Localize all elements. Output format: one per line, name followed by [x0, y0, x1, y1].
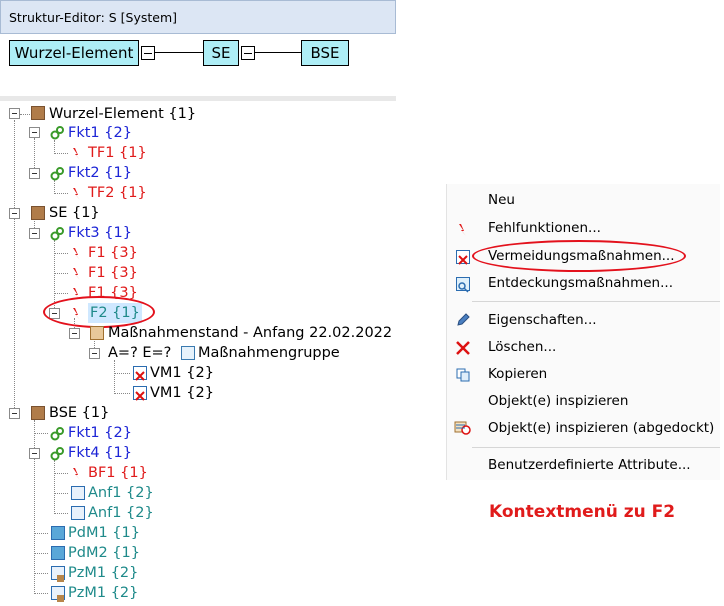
window-title: Struktur-Editor: S [System]	[9, 10, 178, 25]
tree-item[interactable]: SE {1}	[49, 203, 100, 223]
tree-item[interactable]: VM1 {2}	[150, 363, 214, 383]
test-measure-icon	[51, 546, 65, 560]
element-icon	[31, 206, 45, 220]
tree-item[interactable]: Maßnahmengruppe	[198, 343, 340, 363]
copy-icon	[456, 367, 470, 382]
chain-connector	[155, 52, 203, 53]
menu-item-kopieren[interactable]: Kopieren	[488, 366, 547, 382]
tree-item[interactable]: Wurzel-Element {1}	[49, 104, 196, 124]
tree-item[interactable]: F1 {3}	[88, 263, 138, 283]
failure-icon	[70, 146, 84, 160]
tree-item[interactable]: TF2 {1}	[88, 183, 147, 203]
inspect-docked-icon	[454, 419, 472, 437]
tree-item[interactable]: Anf1 {2}	[88, 503, 154, 523]
pencil-icon	[455, 312, 470, 326]
tree-collapse-icon[interactable]	[29, 448, 40, 459]
menu-item-fehlfunktionen[interactable]: Fehlfunktionen...	[488, 220, 601, 236]
collapse-icon[interactable]	[141, 46, 155, 60]
chain-node-se[interactable]: SE	[203, 40, 239, 66]
element-icon	[31, 406, 45, 420]
tree-item[interactable]: PzM1 {2}	[68, 583, 138, 603]
function-icon	[50, 226, 64, 241]
requirement-icon	[71, 486, 85, 500]
failure-icon	[70, 466, 84, 480]
highlight-oval-vermeidung	[472, 240, 686, 272]
measure-group-icon	[181, 346, 195, 360]
tree-item[interactable]: TF1 {1}	[88, 143, 147, 163]
tree-item[interactable]: Fkt4 {1}	[68, 443, 132, 463]
menu-item-eigenschaften[interactable]: Eigenschaften...	[488, 312, 597, 328]
tree-item[interactable]: PdM2 {1}	[68, 543, 140, 563]
tree-item[interactable]: BF1 {1}	[88, 463, 148, 483]
prevention-measure-icon	[456, 250, 470, 265]
chain-connector	[255, 52, 301, 53]
tree-collapse-icon[interactable]	[9, 108, 20, 119]
menu-item-benutzerdefinierte-attribute[interactable]: Benutzerdefinierte Attribute...	[488, 457, 691, 473]
tree-item[interactable]: PdM1 {1}	[68, 523, 140, 543]
failure-icon	[70, 266, 84, 280]
inspection-measure-icon	[51, 586, 65, 602]
prevention-measure-icon	[133, 366, 147, 381]
menu-item-loeschen[interactable]: Löschen...	[488, 339, 556, 355]
tree-collapse-icon[interactable]	[89, 348, 100, 359]
tree-collapse-icon[interactable]	[29, 228, 40, 239]
tree-item-label[interactable]: A=? E=?	[108, 343, 171, 363]
menu-item-objekte-inspizieren[interactable]: Objekt(e) inspizieren	[488, 393, 628, 409]
failure-icon	[456, 222, 470, 236]
failure-icon	[70, 246, 84, 260]
chain-node-bse[interactable]: BSE	[301, 40, 349, 66]
editor-title-bar: Struktur-Editor: S [System]	[0, 0, 396, 34]
delete-icon	[455, 340, 470, 355]
tree-item[interactable]: VM1 {2}	[150, 383, 214, 403]
chain-node-wurzel-element[interactable]: Wurzel-Element	[9, 40, 139, 66]
requirement-icon	[71, 506, 85, 520]
tree-collapse-icon[interactable]	[29, 127, 40, 138]
collapse-icon[interactable]	[241, 46, 255, 60]
test-measure-icon	[51, 526, 65, 540]
failure-icon	[70, 186, 84, 200]
function-icon	[50, 426, 64, 441]
tree-item[interactable]: BSE {1}	[49, 403, 109, 423]
tree-item[interactable]: PzM1 {2}	[68, 563, 138, 583]
tree-item[interactable]: Fkt2 {1}	[68, 163, 132, 183]
tree-item[interactable]: F1 {3}	[88, 243, 138, 263]
menu-item-objekte-inspizieren-abgedockt[interactable]: Objekt(e) inspizieren (abgedockt)	[488, 420, 714, 436]
menu-separator	[472, 447, 720, 448]
detection-measure-icon	[456, 277, 470, 293]
tree-item[interactable]: Fkt1 {2}	[68, 123, 132, 143]
menu-item-entdeckungsmassnahmen[interactable]: Entdeckungsmaßnahmen...	[488, 275, 673, 291]
figure-caption: Kontextmenü zu F2	[489, 502, 676, 522]
inspection-measure-icon	[51, 566, 65, 582]
tree-collapse-icon[interactable]	[69, 328, 80, 339]
tree-item[interactable]: Fkt3 {1}	[68, 223, 132, 243]
tree-collapse-icon[interactable]	[9, 408, 20, 419]
element-icon	[31, 106, 45, 120]
tree-collapse-icon[interactable]	[29, 168, 40, 179]
pane-separator	[0, 96, 396, 101]
function-icon	[50, 446, 64, 461]
tree-collapse-icon[interactable]	[9, 208, 20, 219]
tree-item[interactable]: Anf1 {2}	[88, 483, 154, 503]
menu-item-neu[interactable]: Neu	[488, 192, 515, 208]
tree-item[interactable]: Fkt1 {2}	[68, 423, 132, 443]
menu-separator	[472, 301, 720, 302]
prevention-measure-icon	[133, 386, 147, 401]
measure-state-icon	[90, 326, 104, 340]
function-icon	[50, 166, 64, 181]
function-icon	[50, 125, 64, 140]
tree-item[interactable]: Maßnahmenstand - Anfang 22.02.2022	[108, 323, 392, 343]
